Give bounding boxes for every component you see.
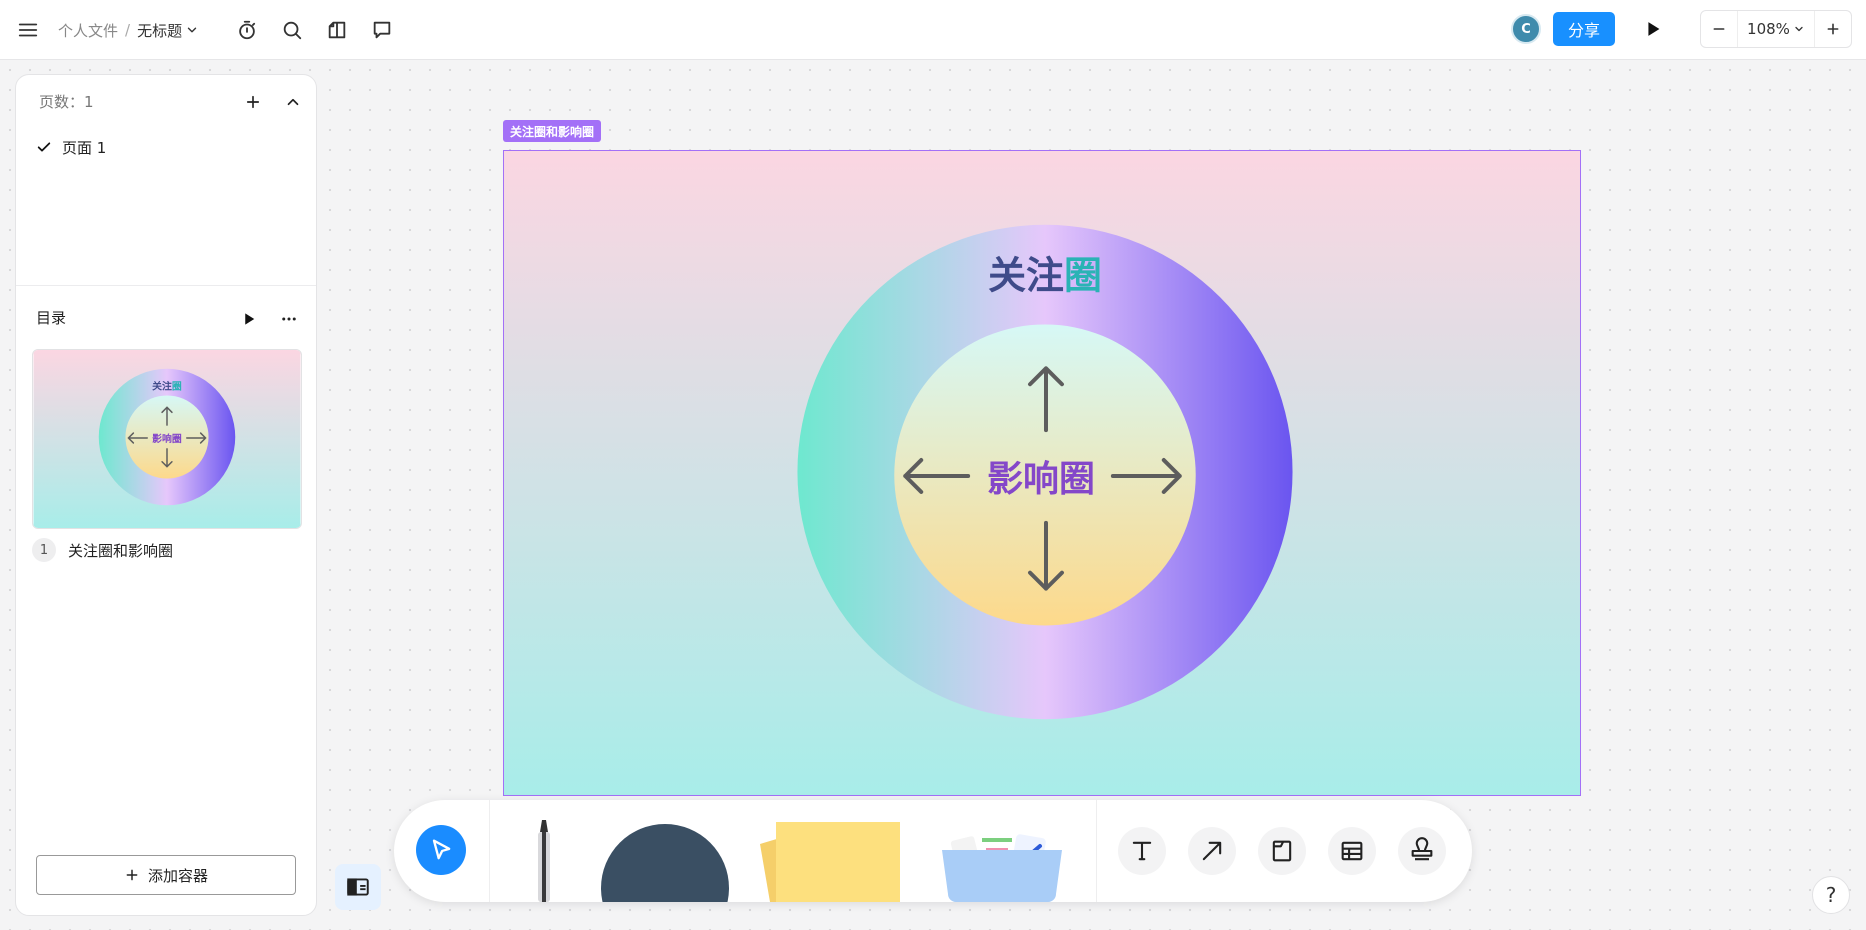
zoom-level-dropdown[interactable]: 108% (1737, 11, 1815, 47)
text-tool[interactable] (1118, 827, 1166, 875)
bottom-toolbar (394, 800, 1472, 902)
toc-item[interactable]: 1 关注圈和影响圈 (32, 537, 173, 563)
frame-thumbnail[interactable]: 影响圈 关注圈 (32, 349, 302, 529)
document-title[interactable]: 无标题 (137, 20, 182, 41)
share-button[interactable]: 分享 (1553, 12, 1615, 46)
add-container-button[interactable]: 添加容器 (36, 855, 296, 895)
plus-icon (246, 95, 260, 109)
add-container-label: 添加容器 (147, 866, 208, 885)
page-count-label: 页数：1 (39, 93, 94, 111)
zoom-control: 108% (1700, 10, 1852, 48)
stamp-icon (1411, 837, 1433, 861)
pen-tool[interactable] (524, 816, 564, 902)
thumbnail-preview: 影响圈 关注圈 (33, 350, 301, 528)
add-page-button[interactable] (238, 87, 268, 117)
frame-label[interactable]: 关注圈和影响圈 (503, 120, 602, 142)
arrow-icon (1202, 841, 1222, 861)
search-icon (283, 21, 302, 40)
toc-item-label: 关注圈和影响圈 (68, 541, 174, 560)
more-icon (282, 317, 296, 321)
panel-toggle-icon (347, 878, 369, 896)
stamp-tool[interactable] (1398, 827, 1446, 875)
zoom-level-value: 108% (1747, 20, 1790, 38)
collapse-pages-button[interactable] (278, 87, 308, 117)
comment-button[interactable] (366, 14, 398, 46)
plus-icon (1827, 23, 1839, 35)
zoom-in-button[interactable] (1815, 11, 1851, 47)
chevron-down-icon (1795, 26, 1803, 32)
canvas-frame[interactable]: 关注圈 影响圈 (503, 150, 1581, 796)
template-icon (328, 21, 346, 39)
breadcrumb-parent[interactable]: 个人文件 (58, 20, 118, 41)
breadcrumb: 个人文件 / 无标题 (58, 18, 199, 42)
thumbnail-outer-title: 关注圈 (152, 380, 182, 393)
comment-icon (373, 21, 391, 39)
search-button[interactable] (276, 14, 308, 46)
toolbar-divider (489, 800, 490, 902)
container-tool[interactable] (1258, 827, 1306, 875)
cursor-icon (432, 839, 451, 860)
inner-circle-title[interactable]: 影响圈 (987, 459, 1095, 500)
play-icon (245, 313, 255, 325)
help-button[interactable]: ? (1812, 876, 1850, 914)
chevron-up-icon (287, 98, 299, 106)
circle-diagram: 关注圈 影响圈 (504, 151, 1580, 795)
present-button[interactable] (1636, 12, 1670, 46)
sticky-note-tool[interactable] (754, 822, 900, 902)
menu-button[interactable] (12, 14, 44, 46)
hamburger-icon (18, 23, 38, 37)
timer-button[interactable] (231, 14, 263, 46)
shape-tool[interactable] (601, 824, 729, 902)
table-tool[interactable] (1328, 827, 1376, 875)
toggle-panel-button[interactable] (335, 864, 381, 910)
connector-tool[interactable] (1188, 827, 1236, 875)
plus-icon (126, 869, 138, 881)
user-avatar[interactable]: C (1511, 14, 1541, 44)
page-item[interactable]: 页面 1 (36, 133, 106, 161)
sticker-tool[interactable] (942, 828, 1062, 902)
container-icon (1272, 840, 1292, 862)
chevron-down-icon[interactable] (185, 23, 199, 37)
toc-item-number: 1 (32, 538, 56, 562)
left-panel: 页数：1 页面 1 目录 影响圈 关注圈 1 关注圈和影响圈 添加容器 (15, 74, 317, 916)
thumbnail-inner-title: 影响圈 (152, 432, 182, 445)
panel-divider (16, 285, 316, 286)
outer-circle-title[interactable]: 关注圈 (988, 254, 1102, 298)
page-item-label: 页面 1 (62, 138, 107, 157)
table-icon (1341, 841, 1363, 861)
text-icon (1132, 841, 1152, 861)
toc-more-button[interactable] (274, 304, 304, 334)
breadcrumb-separator: / (125, 21, 131, 39)
select-tool[interactable] (416, 825, 466, 875)
template-button[interactable] (321, 14, 353, 46)
minus-icon (1713, 28, 1725, 30)
timer-icon (239, 20, 256, 40)
check-icon (37, 142, 51, 152)
top-bar: 个人文件 / 无标题 C 分享 108% (0, 0, 1866, 60)
play-icon (1648, 22, 1660, 36)
zoom-out-button[interactable] (1701, 11, 1737, 47)
play-toc-button[interactable] (234, 304, 264, 334)
toc-title: 目录 (36, 309, 67, 327)
toolbar-divider (1096, 800, 1097, 902)
